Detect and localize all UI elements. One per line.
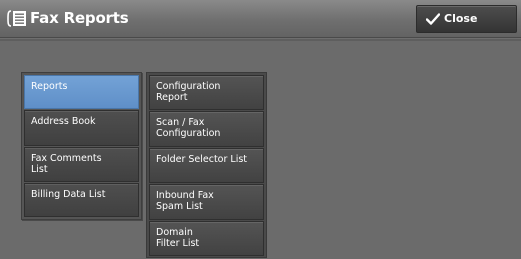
category-item-fax-comments-list[interactable]: Fax Comments List [24,147,139,182]
checkmark-icon [426,13,440,25]
category-item-address-book[interactable]: Address Book [24,110,139,146]
close-button[interactable]: Close [416,5,517,33]
close-button-label: Close [444,12,478,25]
page-title: Fax Reports [30,9,129,27]
report-item-domain-filter-list[interactable]: Domain Filter List [149,221,264,256]
category-item-billing-data-list[interactable]: Billing Data List [24,183,139,217]
report-item-configuration-report[interactable]: Configuration Report [149,75,264,110]
report-list: Configuration Report Scan / Fax Configur… [146,72,267,258]
category-list: Reports Address Book Fax Comments List B… [21,72,142,220]
report-item-inbound-fax-spam-list[interactable]: Inbound Fax Spam List [149,184,264,220]
category-item-reports[interactable]: Reports [24,75,139,109]
title-bar: Fax Reports Close [0,0,521,38]
main-area: Reports Address Book Fax Comments List B… [0,39,521,259]
report-item-scan-fax-configuration[interactable]: Scan / Fax Configuration [149,111,264,147]
divider [0,39,521,41]
report-item-folder-selector-list[interactable]: Folder Selector List [149,148,264,183]
report-list-icon [7,10,26,27]
